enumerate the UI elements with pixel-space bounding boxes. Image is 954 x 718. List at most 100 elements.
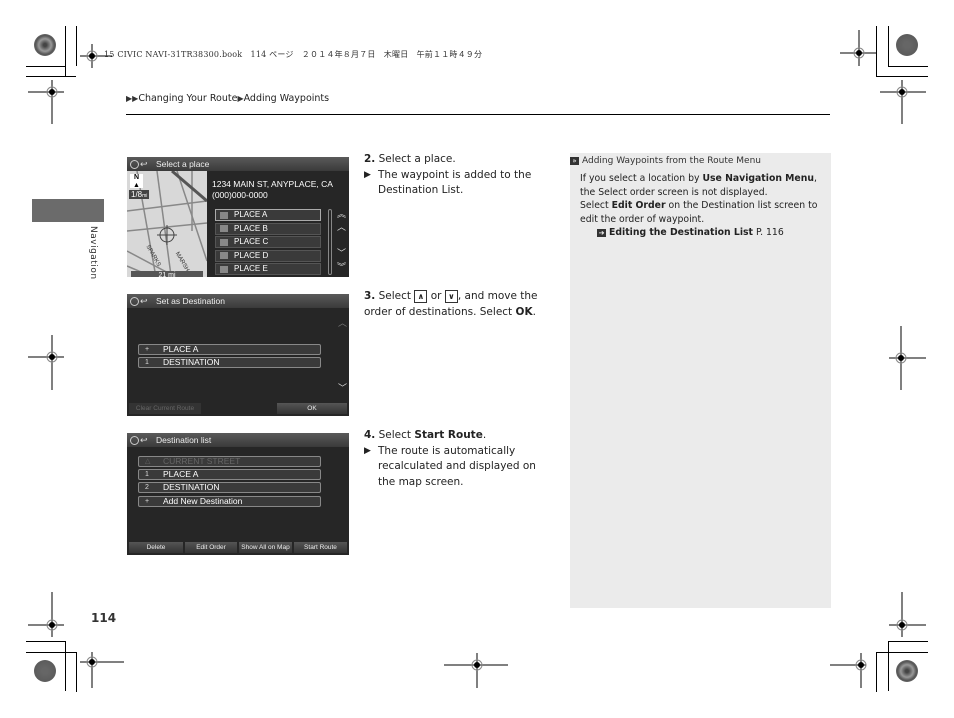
place-item[interactable]: PLACE A — [215, 209, 321, 221]
note-title-text: Adding Waypoints from the Route Menu — [582, 156, 762, 166]
scrollbar[interactable] — [328, 209, 332, 275]
section-label: Navigation — [88, 226, 98, 280]
home-icon[interactable] — [130, 296, 139, 306]
destination-label: CURRENT STREET — [163, 456, 241, 466]
clear-current-route-button[interactable]: Clear Current Route — [129, 403, 201, 414]
destination-item[interactable]: 2 DESTINATION — [138, 482, 321, 493]
ok-button[interactable]: OK — [277, 403, 347, 414]
screen-set-destination: ↩ Set as Destination ︿ + PLACE A 1 DESTINA… — [127, 294, 349, 416]
destination-item[interactable]: 1 PLACE A — [138, 469, 321, 480]
step-number: 2. — [364, 153, 376, 165]
add-icon: + — [145, 498, 150, 505]
screen-title: Select a place — [156, 159, 210, 169]
place-label: PLACE E — [234, 264, 268, 273]
step-number: 4. — [364, 429, 376, 441]
step-4: 4. Select Start Route. ▶ The route is aut… — [364, 428, 554, 490]
page-number: 114 — [91, 611, 117, 625]
crosshair-icon — [830, 653, 867, 688]
section-tab — [32, 199, 104, 222]
distance-bar: 21 mi — [131, 271, 203, 277]
move-down-icon[interactable]: ﹀ — [338, 384, 347, 393]
place-item[interactable]: PLACE B — [215, 222, 321, 235]
note-bold: Edit Order — [611, 200, 666, 212]
step-text: Select — [378, 290, 412, 302]
step-text: Select — [378, 429, 412, 441]
back-icon[interactable]: ↩ — [140, 435, 148, 445]
place-address: 1234 MAIN ST, ANYPLACE, CA (000)000-0000 — [212, 179, 333, 201]
destination-item[interactable]: 1 DESTINATION — [138, 357, 321, 368]
crosshair-icon — [28, 335, 64, 390]
result-triangle-icon: ▶ — [364, 445, 371, 456]
place-item[interactable]: PLACE C — [215, 236, 321, 248]
screen-titlebar: ↩ Select a place — [127, 157, 349, 171]
note-text: Select — [580, 200, 609, 212]
scroll-up-icon[interactable]: ︿ — [337, 223, 346, 232]
step-result: The waypoint is added to the Destination… — [378, 168, 532, 197]
screen-titlebar: ↩ Destination list — [127, 433, 349, 447]
order-number-icon: 2 — [145, 484, 149, 491]
hotel-icon — [220, 211, 228, 219]
destination-label: DESTINATION — [163, 357, 220, 367]
step-text: or — [430, 290, 442, 302]
reference-arrow-icon: ➔ — [597, 228, 606, 237]
car-icon — [220, 238, 228, 246]
current-street-item: △ CURRENT STREET — [138, 456, 321, 467]
screen-title: Set as Destination — [156, 296, 225, 306]
home-icon[interactable] — [130, 159, 139, 169]
note-body: If you select a location by Use Navigati… — [580, 172, 825, 240]
crosshair-icon — [840, 30, 876, 66]
map-scale[interactable]: 1/8mi — [129, 190, 150, 199]
phone-line: (000)000-0000 — [212, 190, 268, 200]
place-list: PLACE A PLACE B PLACE C PLACE D PLACE E — [215, 209, 321, 277]
crosshair-icon — [28, 80, 64, 124]
page-down-icon[interactable]: ︾ — [337, 263, 346, 272]
order-number-icon: 1 — [145, 359, 149, 366]
breadcrumb-item[interactable]: Changing Your Route — [138, 93, 237, 104]
cross-reference[interactable]: ➔ Editing the Destination List P. 116 — [580, 227, 784, 238]
reference-page: P. 116 — [755, 227, 784, 239]
add-new-destination-item[interactable]: + Add New Destination — [138, 496, 321, 507]
destination-item[interactable]: + PLACE A — [138, 344, 321, 355]
place-item[interactable]: PLACE D — [215, 249, 321, 262]
add-icon: + — [145, 346, 150, 353]
map-view[interactable]: N ▲ 1/8mi SPARKS MARSH 21 mi — [127, 171, 207, 277]
place-label: PLACE A — [234, 210, 268, 219]
current-location-icon: △ — [145, 458, 151, 465]
destination-label: PLACE A — [163, 344, 199, 354]
move-up-icon[interactable]: ︿ — [338, 319, 347, 328]
place-label: PLACE D — [234, 250, 269, 260]
print-header: 15 CIVIC NAVI-31TR38300.book 114 ページ ２０１… — [104, 50, 483, 59]
home-icon[interactable] — [130, 435, 139, 445]
edit-order-button[interactable]: Edit Order — [185, 542, 237, 553]
note-bold: Use Navigation Menu — [702, 173, 814, 184]
place-item[interactable]: PLACE E — [215, 263, 321, 275]
reference-link[interactable]: Editing the Destination List — [609, 227, 753, 238]
page-up-icon[interactable]: ︽ — [337, 210, 346, 219]
north-arrow-icon[interactable]: N ▲ — [130, 174, 143, 189]
note-text: If you select a location by — [580, 173, 700, 184]
result-triangle-icon: ▶ — [364, 169, 371, 180]
step-3: 3. Select ∧ or ∨, and move the order of … — [364, 289, 554, 320]
breadcrumb: ▶▶Changing Your Route▶Adding Waypoints — [126, 93, 329, 104]
crosshair-icon — [80, 652, 124, 688]
up-arrow-key-icon: ∧ — [414, 289, 428, 303]
screen-title: Destination list — [156, 435, 212, 445]
crosshair-icon — [444, 653, 508, 688]
order-number-icon: 1 — [145, 471, 149, 478]
screen-titlebar: ↩ Set as Destination — [127, 294, 349, 308]
scroll-down-icon[interactable]: ﹀ — [337, 249, 346, 258]
start-route-button[interactable]: Start Route — [294, 542, 347, 553]
down-arrow-key-icon: ∨ — [444, 289, 458, 303]
back-icon[interactable]: ↩ — [140, 159, 148, 169]
note-title: » Adding Waypoints from the Route Menu — [570, 156, 761, 166]
crosshair-icon — [880, 80, 926, 124]
delete-button[interactable]: Delete — [129, 542, 183, 553]
note-icon: » — [570, 156, 579, 165]
screen-destination-list: ↩ Destination list △ CURRENT STREET 1 PLAC… — [127, 433, 349, 555]
back-icon[interactable]: ↩ — [140, 296, 148, 306]
breadcrumb-item[interactable]: Adding Waypoints — [244, 93, 330, 104]
ok-label: OK — [515, 305, 533, 318]
hotel-icon — [220, 225, 228, 232]
show-all-on-map-button[interactable]: Show All on Map — [239, 542, 292, 553]
destination-label: PLACE A — [163, 469, 199, 479]
